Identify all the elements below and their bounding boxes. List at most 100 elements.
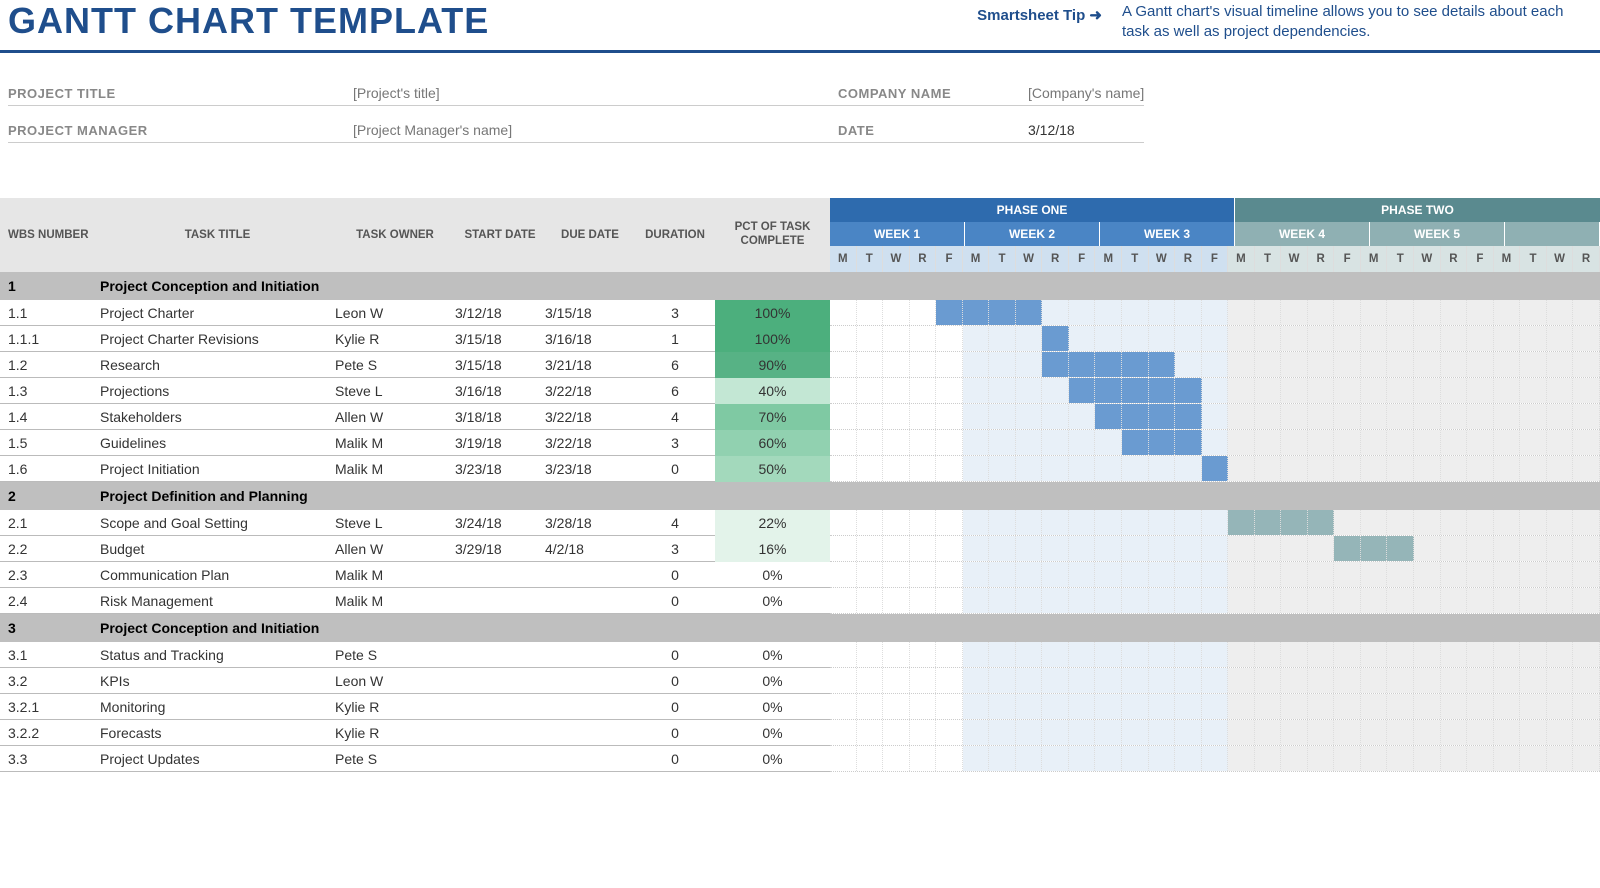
section-row[interactable]: 1Project Conception and Initiation (0, 272, 830, 300)
table-header: WBS NUMBER TASK TITLE TASK OWNER START D… (0, 198, 830, 272)
task-owner: Allen W (335, 409, 455, 425)
task-row[interactable]: 3.3Project UpdatesPete S00% (0, 746, 830, 772)
gantt-empty-cell (1149, 720, 1176, 745)
task-row[interactable]: 1.5GuidelinesMalik M3/19/183/22/18360% (0, 430, 830, 456)
gantt-empty-cell (1281, 536, 1308, 561)
task-row[interactable]: 2.4Risk ManagementMalik M00% (0, 588, 830, 614)
gantt-empty-cell (1255, 642, 1282, 667)
gantt-row[interactable] (830, 456, 1600, 482)
gantt-bar-cell (1387, 536, 1414, 561)
gantt-empty-cell (857, 404, 884, 429)
task-row[interactable]: 2.2BudgetAllen W3/29/184/2/18316% (0, 536, 830, 562)
gantt-empty-cell (1042, 404, 1069, 429)
gantt-row[interactable] (830, 430, 1600, 456)
gantt-empty-cell (857, 746, 884, 771)
gantt-row[interactable] (830, 668, 1600, 694)
company-name-value[interactable]: [Company's name] (1028, 85, 1144, 101)
task-due: 3/15/18 (545, 305, 635, 321)
date-value[interactable]: 3/12/18 (1028, 122, 1075, 138)
gantt-row[interactable] (830, 720, 1600, 746)
gantt-empty-cell (1520, 720, 1547, 745)
task-start: 3/19/18 (455, 435, 545, 451)
gantt-empty-cell (1308, 352, 1335, 377)
gantt-empty-cell (910, 746, 937, 771)
task-duration: 6 (635, 383, 715, 399)
gantt-row[interactable] (830, 536, 1600, 562)
section-title: Project Definition and Planning (100, 488, 335, 504)
task-wbs: 3.2.1 (0, 699, 100, 715)
gantt-row[interactable] (830, 378, 1600, 404)
gantt-empty-cell (1016, 562, 1043, 587)
gantt-row[interactable] (830, 642, 1600, 668)
task-start: 3/24/18 (455, 515, 545, 531)
gantt-empty-cell (1255, 404, 1282, 429)
date-row: DATE 3/12/18 (838, 118, 1144, 143)
gantt-empty-cell (936, 668, 963, 693)
gantt-row[interactable] (830, 562, 1600, 588)
section-row[interactable]: 3Project Conception and Initiation (0, 614, 830, 642)
gantt-empty-cell (1228, 746, 1255, 771)
gantt-empty-cell (1441, 352, 1468, 377)
gantt-empty-cell (1069, 430, 1096, 455)
gantt-empty-cell (1228, 404, 1255, 429)
gantt-empty-cell (989, 430, 1016, 455)
task-row[interactable]: 3.2.2ForecastsKylie R00% (0, 720, 830, 746)
week-label: WEEK 5 (1370, 222, 1505, 246)
task-row[interactable]: 1.3ProjectionsSteve L3/16/183/22/18640% (0, 378, 830, 404)
task-row[interactable]: 2.3Communication PlanMalik M00% (0, 562, 830, 588)
gantt-row[interactable] (830, 352, 1600, 378)
task-row[interactable]: 3.2.1MonitoringKylie R00% (0, 694, 830, 720)
gantt-empty-cell (1547, 642, 1574, 667)
project-title-value[interactable]: [Project's title] (353, 85, 440, 101)
section-row[interactable]: 2Project Definition and Planning (0, 482, 830, 510)
task-row[interactable]: 1.4StakeholdersAllen W3/18/183/22/18470% (0, 404, 830, 430)
task-owner: Malik M (335, 593, 455, 609)
task-duration: 4 (635, 515, 715, 531)
gantt-row[interactable] (830, 404, 1600, 430)
gantt-row[interactable] (830, 510, 1600, 536)
gantt-grid: WBS NUMBER TASK TITLE TASK OWNER START D… (0, 198, 1600, 772)
gantt-bar-cell (1175, 430, 1202, 455)
day-label: R (1175, 246, 1202, 272)
gantt-empty-cell (1095, 430, 1122, 455)
gantt-empty-cell (963, 720, 990, 745)
gantt-empty-cell (1494, 694, 1521, 719)
gantt-empty-cell (1202, 430, 1229, 455)
gantt-empty-cell (1441, 642, 1468, 667)
gantt-empty-cell (1175, 352, 1202, 377)
task-row[interactable]: 1.1.1Project Charter RevisionsKylie R3/1… (0, 326, 830, 352)
gantt-row[interactable] (830, 694, 1600, 720)
gantt-empty-cell (963, 378, 990, 403)
task-row[interactable]: 1.2ResearchPete S3/15/183/21/18690% (0, 352, 830, 378)
task-row[interactable]: 3.1Status and TrackingPete S00% (0, 642, 830, 668)
gantt-bar-cell (1042, 326, 1069, 351)
gantt-row[interactable] (830, 588, 1600, 614)
gantt-empty-cell (1255, 746, 1282, 771)
gantt-empty-cell (1387, 510, 1414, 535)
task-pct: 0% (715, 746, 830, 772)
gantt-empty-cell (830, 404, 857, 429)
smartsheet-tip-link[interactable]: Smartsheet Tip ➜ (977, 0, 1102, 24)
task-owner: Kylie R (335, 699, 455, 715)
task-title: Project Updates (100, 751, 335, 767)
gantt-row[interactable] (830, 300, 1600, 326)
project-manager-value[interactable]: [Project Manager's name] (353, 122, 512, 138)
gantt-empty-cell (1149, 694, 1176, 719)
gantt-empty-cell (1095, 588, 1122, 613)
gantt-empty-cell (1095, 510, 1122, 535)
gantt-empty-cell (1334, 746, 1361, 771)
gantt-empty-cell (1387, 378, 1414, 403)
gantt-empty-cell (963, 562, 990, 587)
task-row[interactable]: 1.6Project InitiationMalik M3/23/183/23/… (0, 456, 830, 482)
gantt-empty-cell (1334, 562, 1361, 587)
gantt-row[interactable] (830, 746, 1600, 772)
gantt-empty-cell (1361, 668, 1388, 693)
gantt-empty-cell (1042, 430, 1069, 455)
gantt-empty-cell (910, 352, 937, 377)
gantt-row[interactable] (830, 326, 1600, 352)
task-row[interactable]: 1.1Project CharterLeon W3/12/183/15/1831… (0, 300, 830, 326)
task-row[interactable]: 2.1Scope and Goal SettingSteve L3/24/183… (0, 510, 830, 536)
gantt-empty-cell (1334, 352, 1361, 377)
task-row[interactable]: 3.2KPIsLeon W00% (0, 668, 830, 694)
gantt-empty-cell (1547, 536, 1574, 561)
